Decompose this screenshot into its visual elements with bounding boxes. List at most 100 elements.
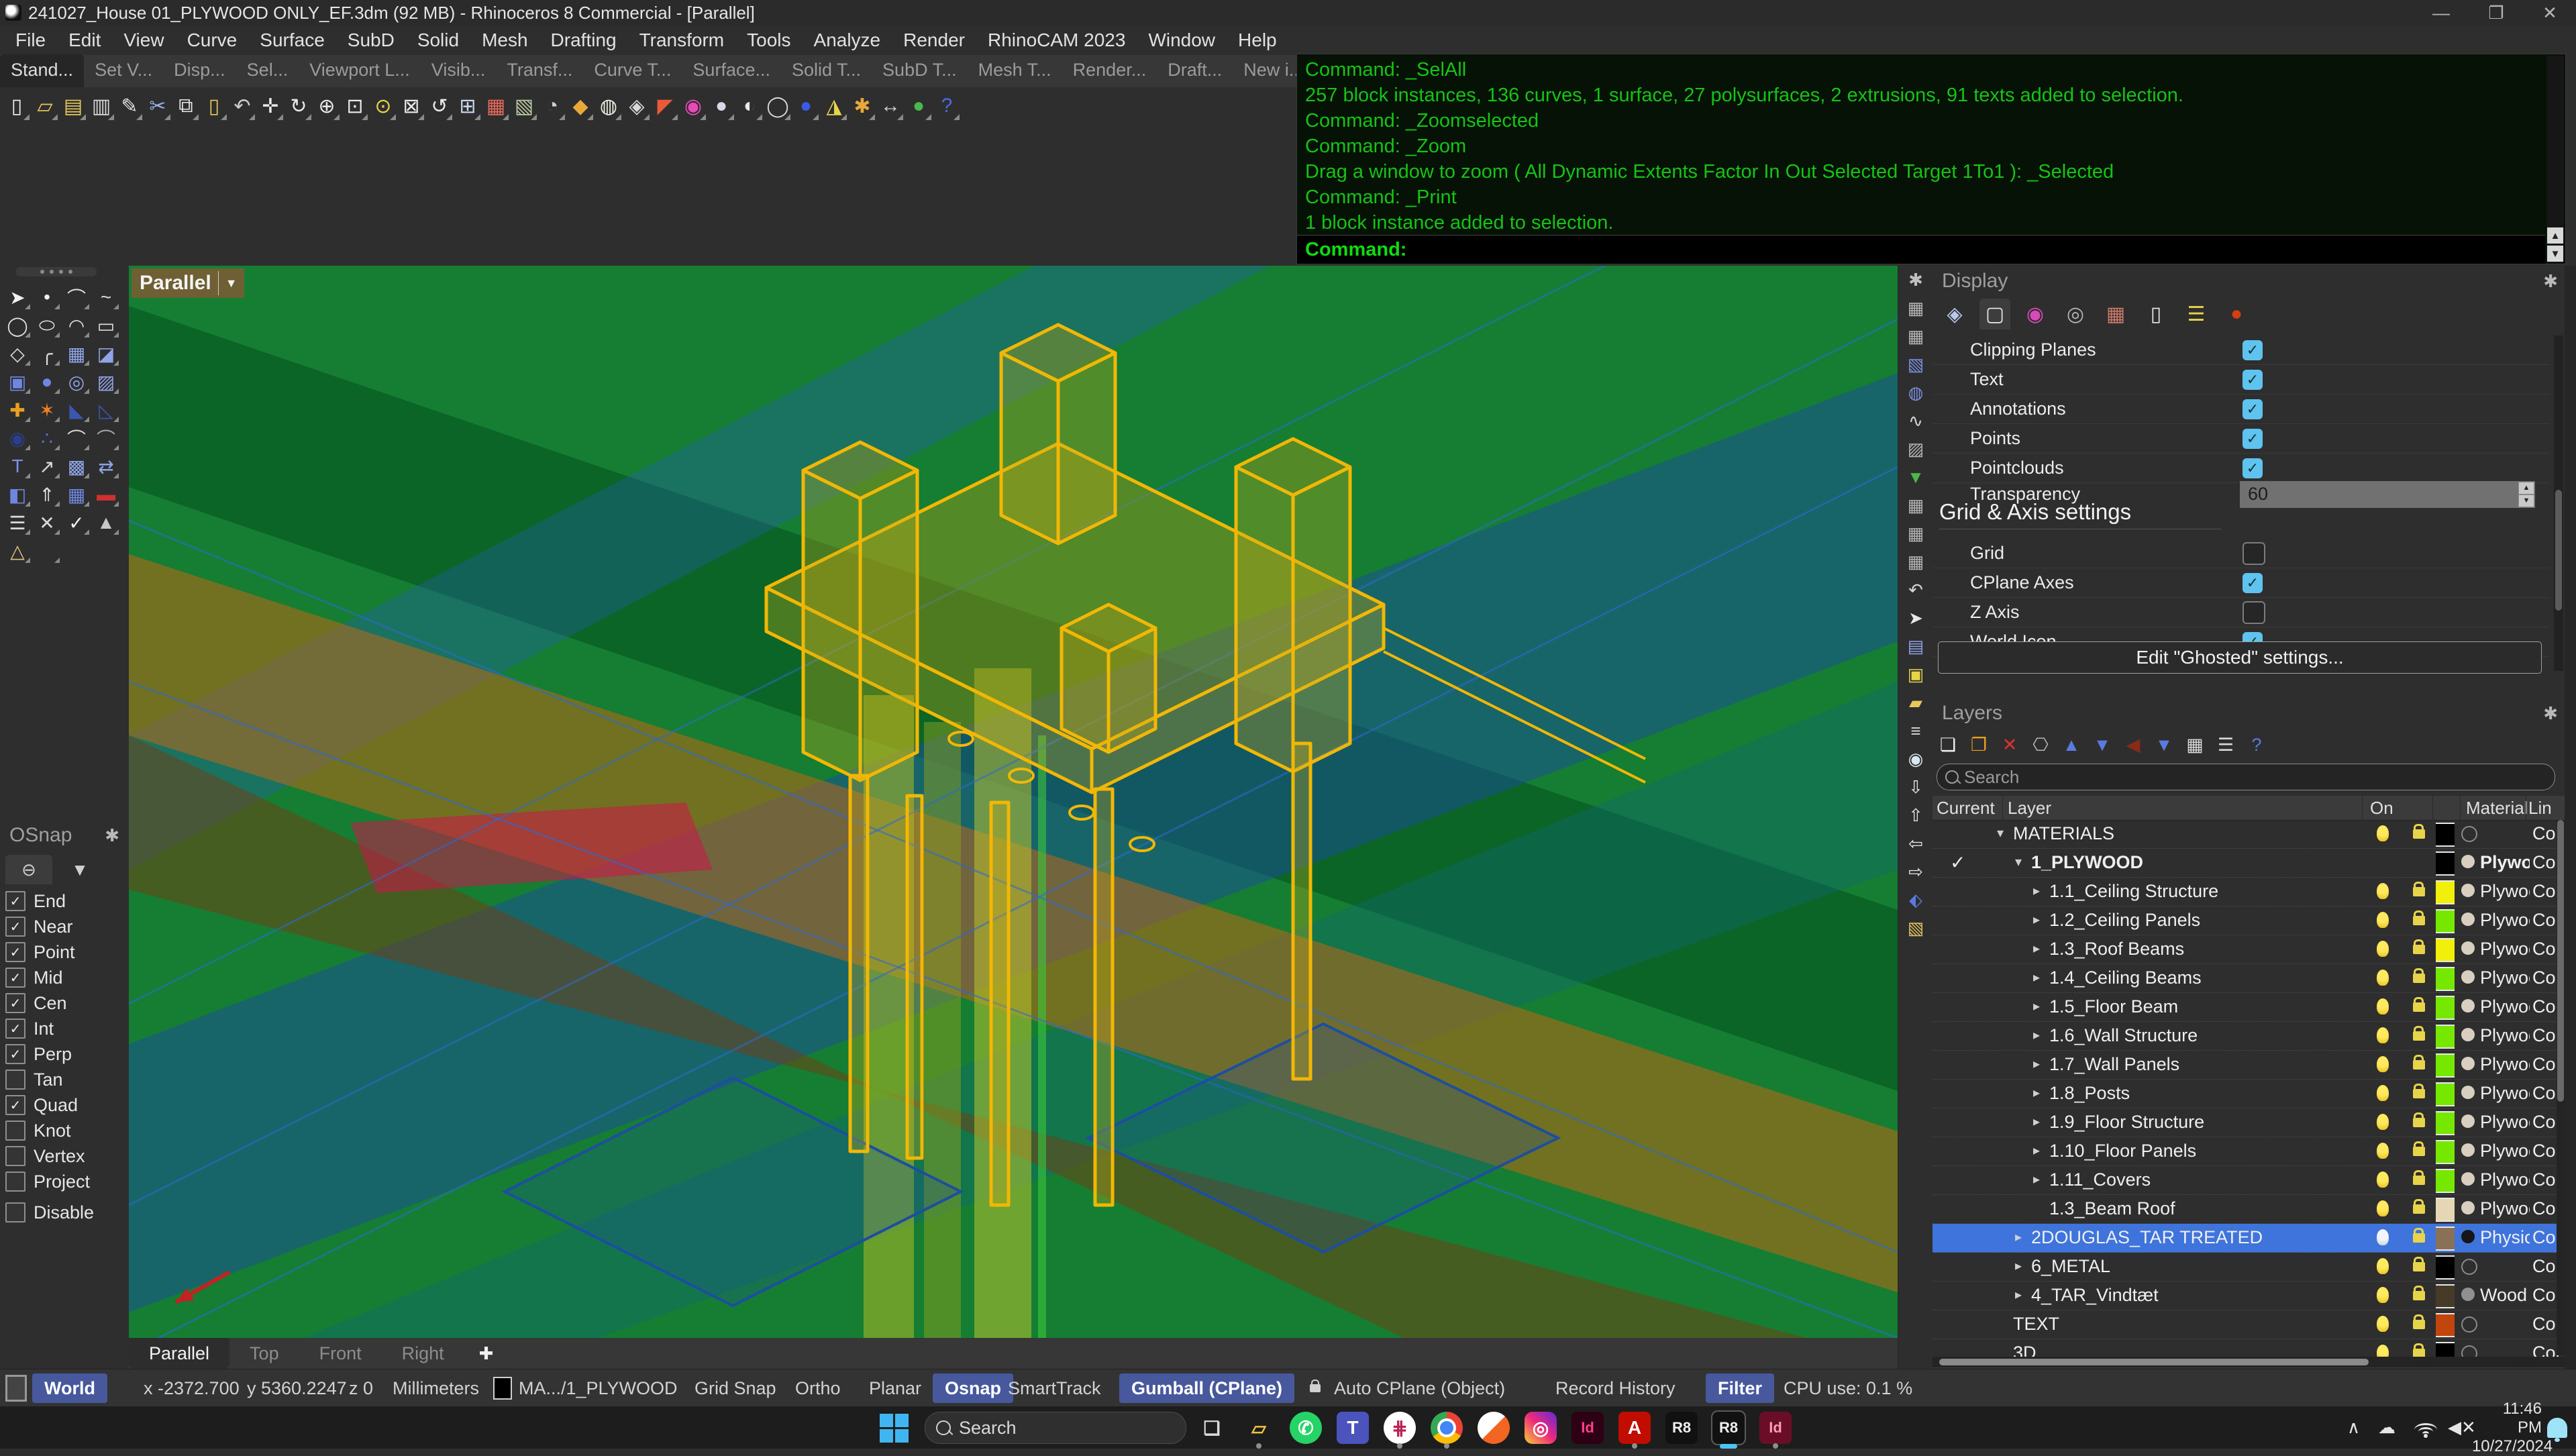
layer-row-1-1-ceiling-structure[interactable]: ▸1.1_Ceiling StructurePlywooContinuous — [1933, 878, 2565, 906]
checkbox-grid[interactable] — [2243, 542, 2265, 565]
menu-surface[interactable]: Surface — [248, 30, 336, 51]
display-gear-icon[interactable]: ✱ — [2543, 271, 2558, 292]
record-history-toggle[interactable]: Record History — [1555, 1369, 1676, 1407]
menu-subd[interactable]: SubD — [336, 30, 406, 51]
move-right-icon[interactable]: ⇨ — [1902, 857, 1929, 886]
layer-material-icon[interactable] — [2461, 1201, 2475, 1214]
layer-lock-icon[interactable] — [2413, 1320, 2425, 1329]
y-coordinate[interactable]: y 5360.2247 — [247, 1369, 347, 1407]
blue-cube-icon[interactable]: ⬖ — [1902, 886, 1929, 914]
checkbox-knot[interactable] — [5, 1121, 25, 1141]
zoom-icon[interactable]: ⊕ — [313, 91, 341, 121]
layer-visibility-bulb-icon[interactable] — [2377, 1287, 2389, 1303]
filter-icon[interactable]: ▼ — [2154, 735, 2174, 756]
auto-cplane[interactable]: Auto CPlane (Object) — [1334, 1369, 1505, 1407]
layer-visibility-bulb-icon[interactable] — [2377, 1172, 2389, 1188]
new-file-icon[interactable]: ▯ — [3, 91, 31, 121]
layer-visibility-bulb-icon[interactable] — [2377, 1258, 2389, 1274]
layer-lock-icon[interactable] — [2413, 829, 2425, 839]
acrobat-icon[interactable]: A — [1618, 1412, 1651, 1444]
layer-material-icon[interactable] — [2461, 1086, 2475, 1099]
trim-icon[interactable]: ◣ — [62, 396, 91, 424]
collapse-arrow-icon[interactable]: ▸ — [2033, 882, 2040, 899]
zoom-window-icon[interactable]: ⊡ — [341, 91, 369, 121]
open-file-icon[interactable]: ▱ — [31, 91, 59, 121]
layer-row-1-2-ceiling-panels[interactable]: ▸1.2_Ceiling PanelsPlywooContinuous — [1933, 906, 2565, 935]
sphere-icon[interactable]: ● — [32, 368, 62, 396]
layer-color-swatch[interactable] — [2436, 1227, 2455, 1251]
scroll-down-icon[interactable]: ▼ — [2547, 246, 2563, 262]
layers-column-layer[interactable]: Layer — [2008, 798, 2051, 819]
layer-lock-icon[interactable] — [2413, 1060, 2425, 1070]
cplane-up-icon[interactable]: ▦ — [1902, 548, 1929, 576]
menu-edit[interactable]: Edit — [57, 30, 112, 51]
layer-row-1-3-roof-beams[interactable]: ▸1.3_Roof BeamsPlywooContinuous — [1933, 935, 2565, 964]
checkbox-tan[interactable] — [5, 1070, 25, 1090]
teams-icon[interactable]: T — [1337, 1412, 1369, 1444]
cplane-grid-icon[interactable]: ▦ — [1902, 294, 1929, 322]
layer-color-swatch[interactable] — [2436, 851, 2455, 876]
layers-search-input[interactable]: Search — [1937, 764, 2555, 790]
cplane-drop-icon[interactable]: ▼ — [1902, 463, 1929, 491]
checkbox-point[interactable]: ✓ — [5, 942, 25, 962]
spray-icon[interactable]: ≡ — [1902, 717, 1929, 745]
layer-material-icon[interactable] — [2461, 999, 2475, 1012]
command-input[interactable]: Command: — [1297, 235, 2545, 264]
units[interactable]: Millimeters — [393, 1369, 479, 1407]
layer-material-icon[interactable] — [2461, 1288, 2475, 1301]
cplane-icon[interactable]: ▧ — [510, 91, 538, 121]
layer-visibility-bulb-icon[interactable] — [2377, 941, 2389, 957]
layer-lock-icon[interactable] — [2413, 1176, 2425, 1185]
light-icon[interactable]: ◍ — [595, 91, 623, 121]
checkbox-disable[interactable] — [5, 1202, 25, 1223]
layer-row-1-6-wall-structure[interactable]: ▸1.6_Wall StructurePlywooContinuous — [1933, 1022, 2565, 1051]
collapse-arrow-icon[interactable]: ▸ — [2015, 1257, 2022, 1274]
stack-tab-icon[interactable]: ☰ — [2181, 299, 2212, 329]
layer-visibility-bulb-icon[interactable] — [2377, 1200, 2389, 1216]
layer-row-1-11-covers[interactable]: ▸1.11_CoversPlywooContinuous — [1933, 1166, 2565, 1195]
checkbox-mid[interactable]: ✓ — [5, 968, 25, 988]
transparency-spinner[interactable]: ▲▼ — [2518, 482, 2534, 507]
move-left-icon[interactable]: ⇦ — [1902, 829, 1929, 857]
layer-color-swatch[interactable] — [2436, 1313, 2455, 1337]
move-layer-up-icon[interactable]: ▲ — [2061, 735, 2081, 756]
curve-tools-icon[interactable]: ~ — [91, 283, 121, 311]
layer-lock-icon[interactable] — [2413, 945, 2425, 954]
camera-tab-icon[interactable]: ◎ — [2060, 299, 2091, 329]
toolbar-tab-curve-t[interactable]: Curve T... — [583, 54, 682, 87]
toolbar-tab-transf[interactable]: Transf... — [496, 54, 583, 87]
boolean-diff-icon[interactable]: ∴ — [32, 424, 62, 452]
restore-button[interactable]: ❐ — [2469, 0, 2523, 25]
polygon-icon[interactable]: ◇ — [3, 340, 32, 368]
layer-row-1-4-ceiling-beams[interactable]: ▸1.4_Ceiling BeamsPlywooContinuous — [1933, 964, 2565, 993]
save-cplane-icon[interactable]: ▣ — [1902, 660, 1929, 688]
ellipse-icon[interactable]: ⬭ — [32, 311, 62, 340]
expand-arrow-icon[interactable]: ▾ — [2015, 853, 2022, 870]
indesign-icon[interactable]: Id — [1572, 1412, 1604, 1444]
checkbox-z-axis[interactable] — [2243, 601, 2265, 624]
map-icon[interactable]: ▧ — [1902, 914, 1929, 942]
edit-icon[interactable]: ✎ — [115, 91, 144, 121]
layer-color-swatch[interactable] — [2436, 823, 2455, 847]
zoom-selected-icon[interactable]: ⊙ — [369, 91, 397, 121]
menu-transform[interactable]: Transform — [628, 30, 736, 51]
layer-color-swatch[interactable] — [2436, 1284, 2455, 1308]
mirror-icon[interactable]: ⇄ — [91, 452, 121, 480]
layer-material-icon[interactable] — [2461, 1172, 2475, 1186]
checkbox-vertex[interactable] — [5, 1146, 25, 1166]
layer-material-icon[interactable] — [2461, 1057, 2475, 1070]
viewport-layout-icon[interactable]: ⊞ — [454, 91, 482, 121]
new-sublayer-icon[interactable]: ❐ — [1969, 735, 1989, 756]
pan-icon[interactable]: ✛ — [256, 91, 285, 121]
undo-view-icon[interactable]: ↺ — [425, 91, 454, 121]
checkbox-quad[interactable]: ✓ — [5, 1095, 25, 1115]
page-tab-icon[interactable]: ▯ — [2141, 299, 2171, 329]
render-globe-icon[interactable]: ● — [905, 91, 933, 121]
expand-arrow-icon[interactable]: ▾ — [1997, 825, 2004, 841]
rendered-view-icon[interactable]: ● — [792, 91, 820, 121]
task-view-icon[interactable]: ❏ — [1196, 1412, 1228, 1444]
menu-render[interactable]: Render — [892, 30, 976, 51]
menu-mesh[interactable]: Mesh — [470, 30, 539, 51]
active-layer-chip[interactable]: MA.../1_PLYWOOD — [493, 1369, 678, 1407]
collapse-arrow-icon[interactable]: ▸ — [2033, 1171, 2040, 1188]
